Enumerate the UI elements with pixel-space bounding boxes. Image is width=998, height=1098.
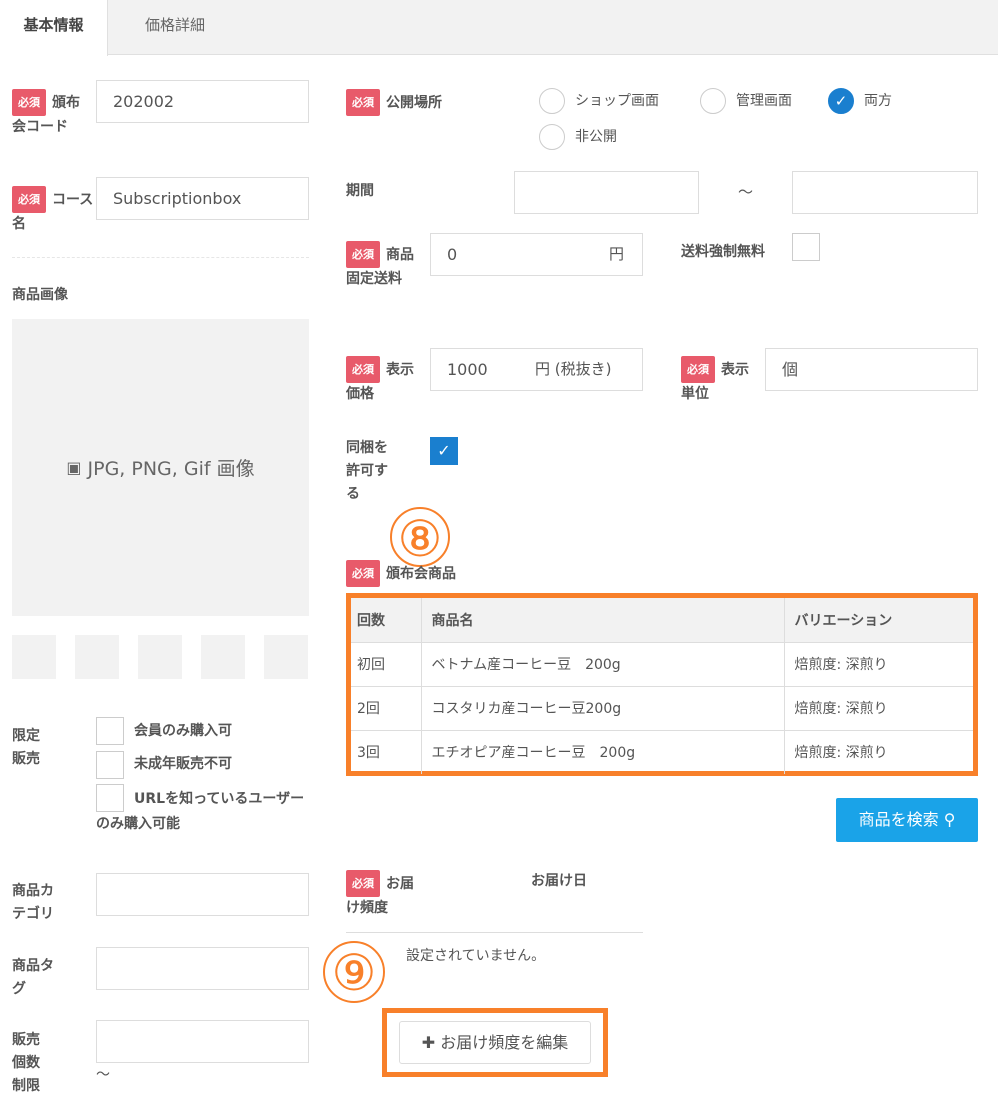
- price-input[interactable]: 1000: [430, 348, 521, 391]
- code-input[interactable]: 202002: [96, 80, 309, 123]
- required-badge: 必須: [346, 356, 380, 383]
- shipping-unit: 円: [594, 233, 643, 276]
- image-icon: ▣: [66, 458, 82, 477]
- period-separator: 〜: [738, 183, 754, 201]
- category-label: 商品カテゴリ: [12, 883, 54, 922]
- period-label: 期間: [346, 183, 374, 199]
- tag-input[interactable]: [96, 947, 309, 990]
- price-unit: 円 (税抜き): [520, 348, 643, 391]
- table-row: 3回 エチオピア産コーヒー豆 200g 焙煎度: 深煎り: [351, 730, 973, 774]
- required-badge: 必須: [346, 870, 380, 897]
- annotation-9: ⑨: [323, 941, 385, 1003]
- required-badge: 必須: [346, 89, 380, 116]
- course-label: 必須 コース名: [12, 186, 96, 236]
- price-label: 必須 表示価格: [346, 356, 416, 406]
- divider: [346, 932, 643, 933]
- image-label: 商品画像: [12, 287, 68, 303]
- thumbnail-slot[interactable]: [201, 635, 245, 679]
- sales-limit-input[interactable]: [96, 1020, 309, 1063]
- radio[interactable]: [539, 88, 565, 114]
- tab-basic-info[interactable]: 基本情報: [0, 0, 108, 56]
- products-label: 必須 頒布会商品: [346, 560, 456, 587]
- free-shipping-checkbox[interactable]: [792, 233, 820, 261]
- required-badge: 必須: [681, 356, 715, 383]
- members-only-checkbox[interactable]: [96, 717, 124, 745]
- delivery-date-header: お届け日: [531, 873, 587, 889]
- shipping-label: 必須 商品固定送料: [346, 241, 416, 291]
- table-header: 回数 商品名 バリエーション: [351, 598, 973, 643]
- no-minors-label: 未成年販売不可: [134, 756, 232, 772]
- bundle-label: 同梱を許可する: [346, 440, 388, 502]
- shipping-input[interactable]: 0: [430, 233, 595, 276]
- edit-delivery-button[interactable]: ✚ お届け頻度を編集: [399, 1021, 591, 1064]
- thumbnail-slot[interactable]: [12, 635, 56, 679]
- thumbnail-slot[interactable]: [75, 635, 119, 679]
- table-row: 2回 コスタリカ産コーヒー豆200g 焙煎度: 深煎り: [351, 686, 973, 731]
- url-only-label: URLを知っているユーザーのみ購入可能: [96, 791, 305, 832]
- delivery-label: 必須 お届け頻度: [346, 870, 421, 920]
- publish-option-shop[interactable]: ショップ画面: [539, 88, 659, 114]
- unit-input[interactable]: 個: [765, 348, 978, 391]
- publish-label: 必須 公開場所: [346, 89, 442, 116]
- period-from-input[interactable]: [514, 171, 699, 214]
- image-dropzone[interactable]: ▣ JPG, PNG, Gif 画像: [12, 319, 309, 616]
- category-input[interactable]: [96, 873, 309, 916]
- search-icon: ⚲: [943, 810, 956, 829]
- free-shipping-label: 送料強制無料: [681, 244, 765, 260]
- publish-option-admin[interactable]: 管理画面: [700, 88, 792, 114]
- tag-label: 商品タグ: [12, 958, 54, 997]
- members-only-label: 会員のみ購入可: [134, 723, 232, 739]
- products-highlight: 回数 商品名 バリエーション 初回 ベトナム産コーヒー豆 200g 焙煎度: 深煎り 2…: [346, 593, 978, 776]
- radio[interactable]: [700, 88, 726, 114]
- publish-option-both[interactable]: ✓ 両方: [828, 88, 892, 114]
- plus-icon: ✚: [421, 1033, 436, 1052]
- tab-bar: 基本情報 価格詳細: [0, 0, 998, 56]
- no-minors-checkbox[interactable]: [96, 751, 124, 779]
- publish-option-private[interactable]: 非公開: [539, 124, 617, 150]
- bundle-checkbox-checked[interactable]: ✓: [430, 437, 458, 465]
- radio[interactable]: [539, 124, 565, 150]
- thumbnail-slot[interactable]: [138, 635, 182, 679]
- annotation-8: ⑧: [390, 507, 450, 568]
- thumbnail-slot[interactable]: [264, 635, 308, 679]
- course-input[interactable]: Subscriptionbox: [96, 177, 309, 220]
- unit-label: 必須 表示単位: [681, 356, 751, 406]
- required-badge: 必須: [346, 241, 380, 268]
- sales-limit-label: 販売個数制限: [12, 1032, 40, 1094]
- range-tilde: 〜: [96, 1067, 110, 1083]
- limited-label: 限定販売: [12, 728, 40, 767]
- required-badge: 必須: [346, 560, 380, 587]
- required-badge: 必須: [12, 186, 46, 213]
- delivery-empty-text: 設定されていません。: [406, 948, 546, 964]
- radio-checked-icon[interactable]: ✓: [828, 88, 854, 114]
- tab-price-details[interactable]: 価格詳細: [145, 0, 205, 55]
- search-products-button[interactable]: 商品を検索 ⚲: [836, 798, 978, 842]
- divider: [12, 257, 309, 258]
- period-to-input[interactable]: [792, 171, 978, 214]
- code-label: 必須 頒布会コード: [12, 89, 92, 139]
- required-badge: 必須: [12, 89, 46, 116]
- table-row: 初回 ベトナム産コーヒー豆 200g 焙煎度: 深煎り: [351, 642, 973, 687]
- products-table: 回数 商品名 バリエーション 初回 ベトナム産コーヒー豆 200g 焙煎度: 深煎り 2…: [351, 598, 973, 774]
